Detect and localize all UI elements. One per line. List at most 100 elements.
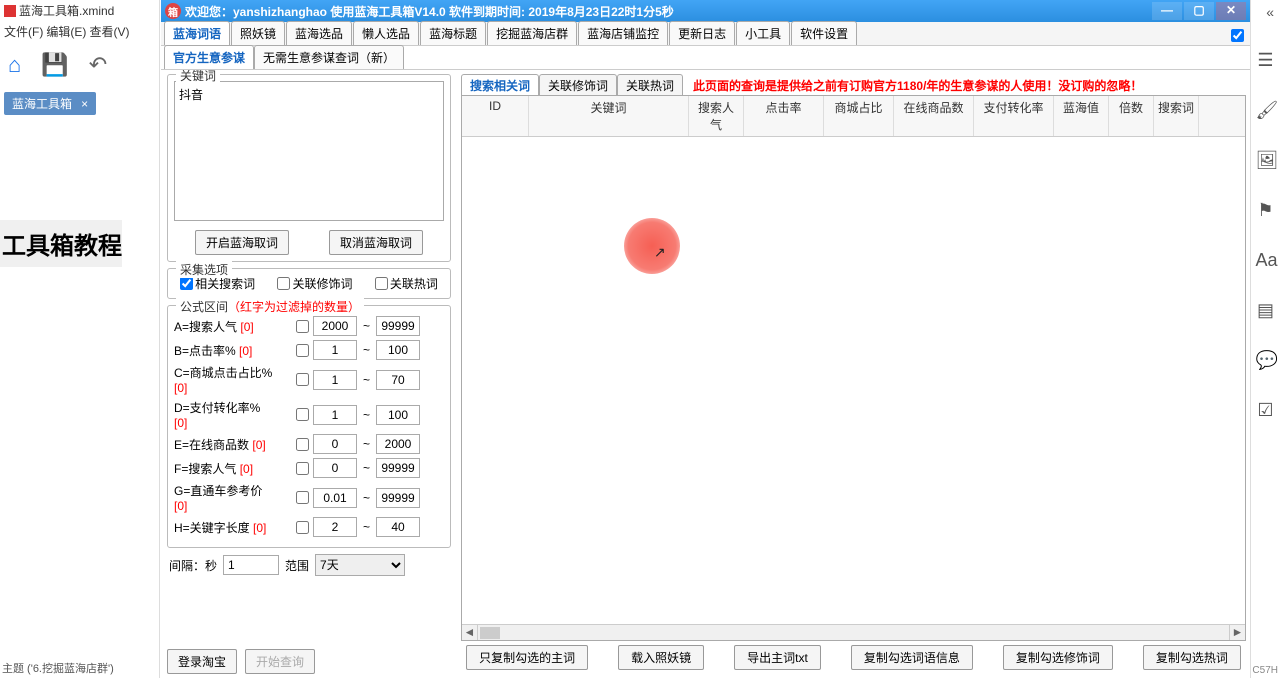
formula-enable-checkbox[interactable] bbox=[296, 521, 309, 534]
formula-max-input[interactable] bbox=[376, 517, 420, 537]
note-icon[interactable]: ▤ bbox=[1256, 300, 1276, 320]
tab-照妖镜[interactable]: 照妖镜 bbox=[231, 21, 285, 45]
formula-label: H=关键字长度 [0] bbox=[174, 519, 274, 536]
column-在线商品数[interactable]: 在线商品数 bbox=[894, 96, 974, 136]
undo-icon[interactable]: ↶ bbox=[89, 52, 107, 78]
tab-挖掘蓝海店群[interactable]: 挖掘蓝海店群 bbox=[487, 21, 577, 45]
formula-min-input[interactable] bbox=[313, 405, 357, 425]
opt-modifier[interactable]: 关联修饰词 bbox=[277, 275, 352, 292]
footer-action-2[interactable]: 导出主词txt bbox=[734, 645, 821, 670]
close-button[interactable]: ✕ bbox=[1216, 2, 1246, 20]
tab-懒人选品[interactable]: 懒人选品 bbox=[353, 21, 419, 45]
menu-file[interactable]: 文件(F) bbox=[4, 25, 43, 39]
column-支付转化率[interactable]: 支付转化率 bbox=[974, 96, 1054, 136]
formula-label: C=商城点击占比% [0] bbox=[174, 364, 274, 395]
formula-min-input[interactable] bbox=[313, 316, 357, 336]
flag-icon[interactable]: ⚑ bbox=[1256, 200, 1276, 220]
formula-max-input[interactable] bbox=[376, 340, 420, 360]
scroll-right-icon[interactable]: ► bbox=[1229, 625, 1245, 640]
tab-蓝海店铺监控[interactable]: 蓝海店铺监控 bbox=[578, 21, 668, 45]
cancel-collect-button[interactable]: 取消蓝海取词 bbox=[329, 230, 423, 255]
opt-modifier-checkbox[interactable] bbox=[277, 277, 290, 290]
opt-related-checkbox[interactable] bbox=[180, 277, 193, 290]
tab-蓝海选品[interactable]: 蓝海选品 bbox=[286, 21, 352, 45]
format-icon[interactable]: 🖌 bbox=[1256, 100, 1276, 120]
keyword-input[interactable] bbox=[174, 81, 444, 221]
tab-更新日志[interactable]: 更新日志 bbox=[669, 21, 735, 45]
formula-min-input[interactable] bbox=[313, 340, 357, 360]
datatab-2[interactable]: 关联热词 bbox=[617, 74, 683, 96]
tab-蓝海词语[interactable]: 蓝海词语 bbox=[164, 21, 230, 45]
scroll-thumb[interactable] bbox=[480, 627, 500, 639]
login-taobao-button[interactable]: 登录淘宝 bbox=[167, 649, 237, 674]
formula-min-input[interactable] bbox=[313, 488, 357, 508]
opt-hot-checkbox[interactable] bbox=[375, 277, 388, 290]
column-倍数[interactable]: 倍数 bbox=[1109, 96, 1154, 136]
collect-options-group: 采集选项 相关搜索词 关联修饰词 关联热词 bbox=[167, 268, 451, 299]
formula-enable-checkbox[interactable] bbox=[296, 438, 309, 451]
formula-min-input[interactable] bbox=[313, 517, 357, 537]
column-商城占比[interactable]: 商城占比 bbox=[824, 96, 894, 136]
formula-enable-checkbox[interactable] bbox=[296, 462, 309, 475]
subtab-0[interactable]: 官方生意参谋 bbox=[164, 45, 254, 69]
range-select[interactable]: 7天 bbox=[315, 554, 405, 576]
column-蓝海值[interactable]: 蓝海值 bbox=[1054, 96, 1109, 136]
tab-蓝海标题[interactable]: 蓝海标题 bbox=[420, 21, 486, 45]
footer-action-0[interactable]: 只复制勾选的主词 bbox=[466, 645, 588, 670]
scroll-left-icon[interactable]: ◄ bbox=[462, 625, 478, 640]
xmind-canvas[interactable]: 工具箱教程 bbox=[0, 200, 160, 500]
formula-min-input[interactable] bbox=[313, 370, 357, 390]
minimize-button[interactable]: — bbox=[1152, 2, 1182, 20]
tab-软件设置[interactable]: 软件设置 bbox=[791, 21, 857, 45]
subtab-1[interactable]: 无需生意参谋查词（新） bbox=[254, 45, 404, 69]
formula-max-input[interactable] bbox=[376, 488, 420, 508]
collapse-icon[interactable]: « bbox=[1266, 4, 1274, 20]
grid-scrollbar[interactable]: ◄ ► bbox=[462, 624, 1245, 640]
text-icon[interactable]: Aa bbox=[1256, 250, 1276, 270]
formula-max-input[interactable] bbox=[376, 434, 420, 454]
footer-action-3[interactable]: 复制勾选词语信息 bbox=[851, 645, 973, 670]
grid-body[interactable] bbox=[462, 137, 1245, 641]
column-关键词[interactable]: 关键词 bbox=[529, 96, 689, 136]
footer-action-5[interactable]: 复制勾选热词 bbox=[1143, 645, 1241, 670]
tab-小工具[interactable]: 小工具 bbox=[736, 21, 790, 45]
formula-enable-checkbox[interactable] bbox=[296, 491, 309, 504]
formula-max-input[interactable] bbox=[376, 405, 420, 425]
column-搜索词[interactable]: 搜索词 bbox=[1154, 96, 1199, 136]
formula-enable-checkbox[interactable] bbox=[296, 373, 309, 386]
menu-view[interactable]: 查看(V) bbox=[89, 25, 129, 39]
column-搜索人气[interactable]: 搜索人气 bbox=[689, 96, 744, 136]
xmind-document-tab[interactable]: 蓝海工具箱 × bbox=[4, 92, 96, 115]
image-icon[interactable]: 🖼 bbox=[1256, 150, 1276, 170]
menu-edit[interactable]: 编辑(E) bbox=[46, 25, 86, 39]
formula-max-input[interactable] bbox=[376, 458, 420, 478]
formula-max-input[interactable] bbox=[376, 316, 420, 336]
interval-input[interactable] bbox=[223, 555, 279, 575]
start-query-button[interactable]: 开始查询 bbox=[245, 649, 315, 674]
footer-action-4[interactable]: 复制勾选修饰词 bbox=[1003, 645, 1113, 670]
start-collect-button[interactable]: 开启蓝海取词 bbox=[195, 230, 289, 255]
datatab-0[interactable]: 搜索相关词 bbox=[461, 74, 539, 96]
save-icon[interactable]: 💾 bbox=[41, 52, 68, 78]
formula-min-input[interactable] bbox=[313, 434, 357, 454]
formula-label: F=搜索人气 [0] bbox=[174, 460, 274, 477]
keyword-legend: 关键词 bbox=[176, 70, 220, 84]
close-icon[interactable]: × bbox=[81, 97, 88, 111]
formula-max-input[interactable] bbox=[376, 370, 420, 390]
maximize-button[interactable]: ▢ bbox=[1184, 2, 1214, 20]
home-icon[interactable]: ⌂ bbox=[8, 52, 21, 78]
footer-action-1[interactable]: 载入照妖镜 bbox=[618, 645, 704, 670]
column-ID[interactable]: ID bbox=[462, 96, 529, 136]
formula-min-input[interactable] bbox=[313, 458, 357, 478]
opt-hot[interactable]: 关联热词 bbox=[375, 275, 438, 292]
column-点击率[interactable]: 点击率 bbox=[744, 96, 824, 136]
formula-enable-checkbox[interactable] bbox=[296, 344, 309, 357]
titlebar-checkbox[interactable] bbox=[1231, 29, 1244, 42]
formula-enable-checkbox[interactable] bbox=[296, 408, 309, 421]
task-icon[interactable]: ☑ bbox=[1256, 400, 1276, 420]
outline-icon[interactable]: ☰ bbox=[1256, 50, 1276, 70]
xmind-node-text[interactable]: 工具箱教程 bbox=[0, 220, 122, 267]
formula-enable-checkbox[interactable] bbox=[296, 320, 309, 333]
datatab-1[interactable]: 关联修饰词 bbox=[539, 74, 617, 96]
comment-icon[interactable]: 💬 bbox=[1256, 350, 1276, 370]
